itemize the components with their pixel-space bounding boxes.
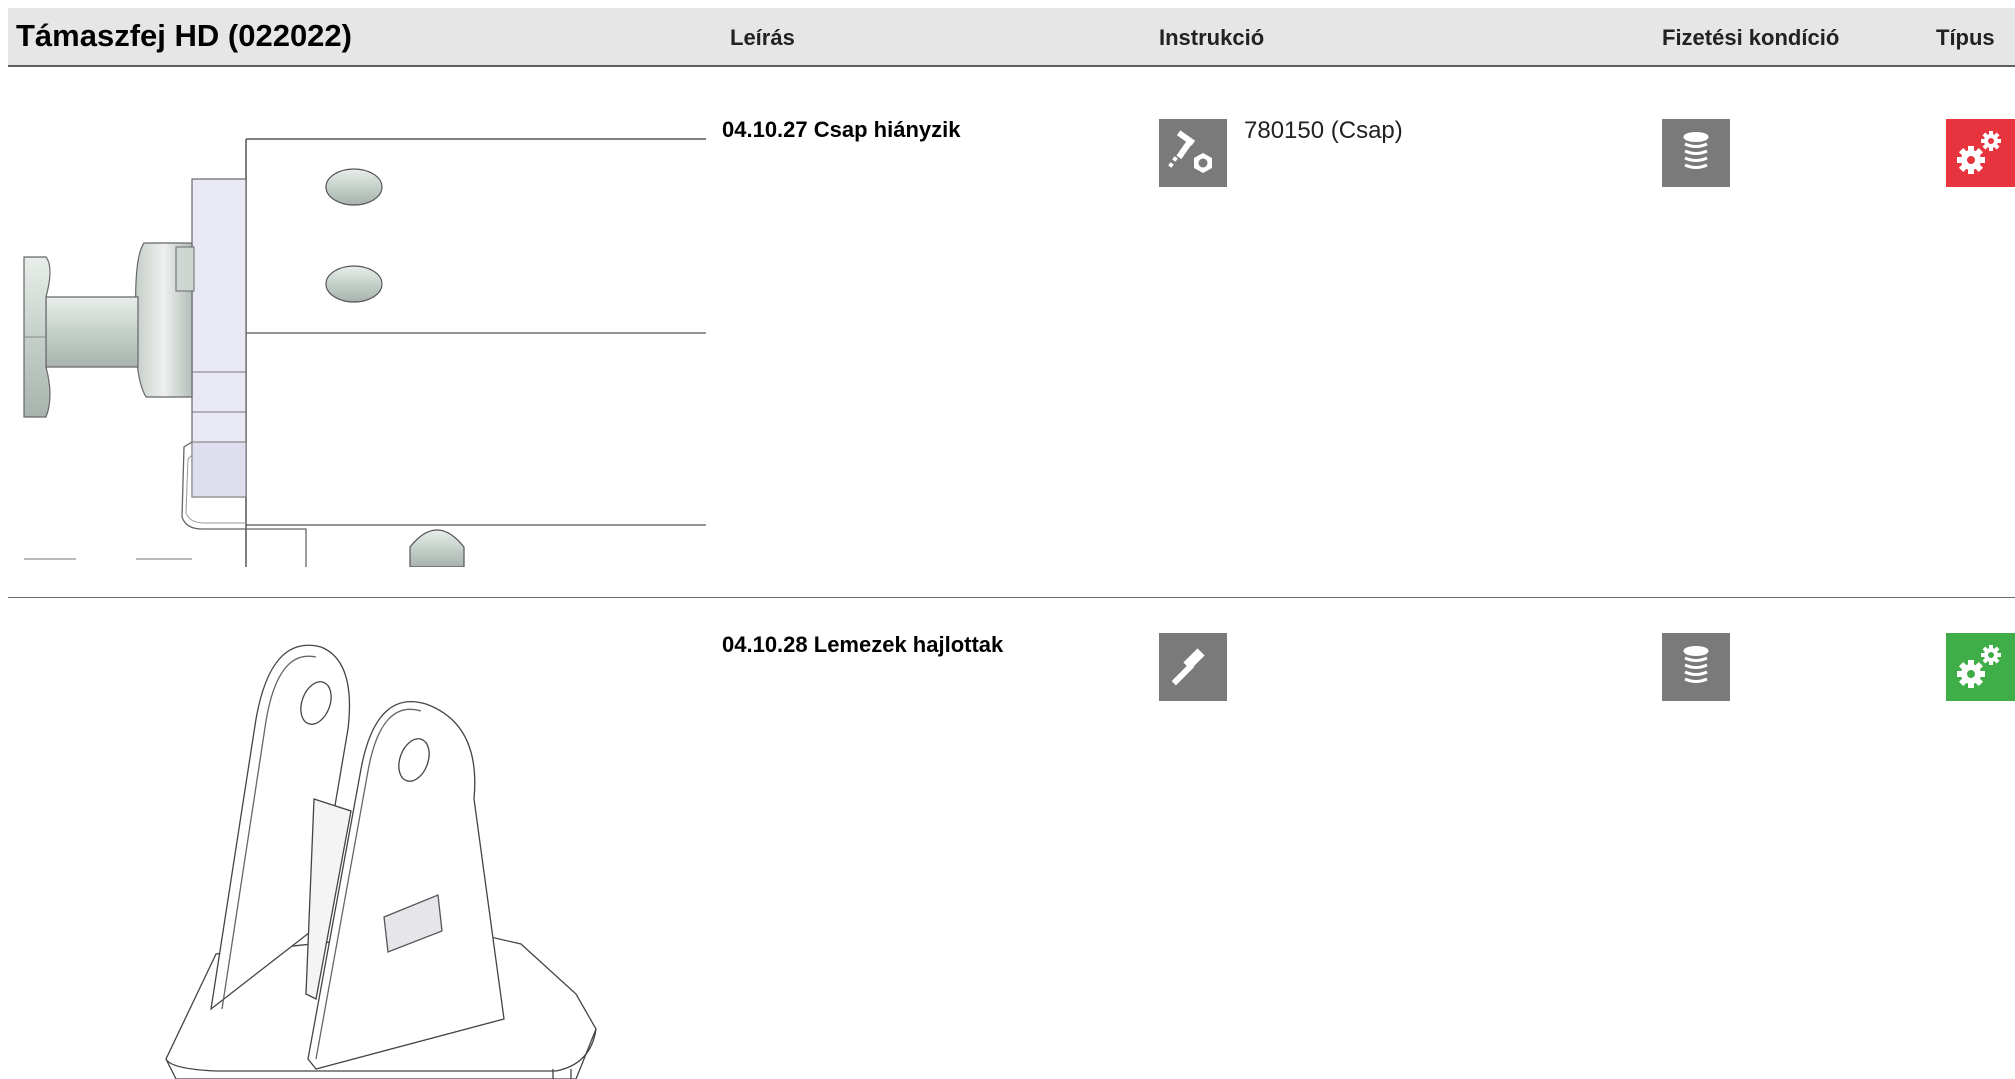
gears-icon[interactable] xyxy=(1946,119,2015,187)
gears-icon[interactable] xyxy=(1946,633,2015,701)
row-description: 04.10.28 Lemezek hajlottak xyxy=(722,632,1004,657)
column-header-type: Típus xyxy=(1936,25,1995,50)
coin-stack-icon[interactable] xyxy=(1662,633,1730,701)
table-row: 04.10.28 Lemezek hajlottak xyxy=(8,599,2015,1079)
column-header-description: Leírás xyxy=(730,25,795,50)
bolt-nut-icon[interactable] xyxy=(1159,119,1227,187)
column-header-instruction: Instrukció xyxy=(1159,25,1265,50)
table-row: 04.10.27 Csap hiányzik 780150 (Csap) xyxy=(8,67,2015,598)
part-drawing-plates xyxy=(16,599,706,1079)
coin-stack-icon[interactable] xyxy=(1662,119,1730,187)
part-drawing-pin xyxy=(16,67,706,567)
hammer-icon[interactable] xyxy=(1159,633,1227,701)
table-header: Támaszfej HD (022022) Leírás Instrukció … xyxy=(8,8,2015,67)
row-description: 04.10.27 Csap hiányzik xyxy=(722,117,961,142)
column-header-payment: Fizetési kondíció xyxy=(1662,25,1840,50)
instruction-text: 780150 (Csap) xyxy=(1244,117,1403,144)
page-title: Támaszfej HD (022022) xyxy=(16,18,352,53)
